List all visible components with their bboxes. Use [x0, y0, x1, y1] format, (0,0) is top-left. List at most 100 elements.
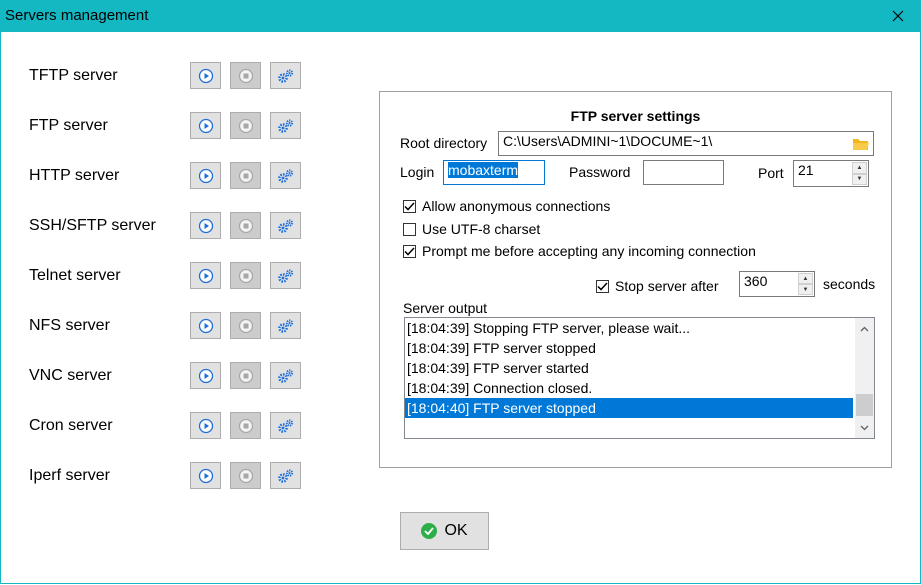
gear-icon [277, 418, 295, 434]
gear-icon [277, 218, 295, 234]
server-output-list[interactable]: [18:04:39] Stopping FTP server, please w… [404, 317, 875, 439]
server-row: FTP server [29, 112, 309, 140]
stop-server-button[interactable] [230, 262, 261, 289]
ok-label: OK [444, 522, 468, 539]
window-title: Servers management [5, 7, 149, 24]
start-server-button[interactable] [190, 212, 221, 239]
root-directory-field[interactable]: C:\Users\ADMINI~1\DOCUME~1\ [498, 131, 874, 156]
output-line[interactable]: [18:04:39] FTP server started [405, 358, 853, 378]
ok-button[interactable]: OK [400, 512, 489, 550]
server-label: Telnet server [29, 267, 121, 284]
title-bar: Servers management [0, 0, 921, 32]
output-line[interactable]: [18:04:39] FTP server stopped [405, 338, 853, 358]
server-label: SSH/SFTP server [29, 217, 156, 234]
password-label: Password [569, 164, 631, 180]
stop-icon [238, 68, 254, 84]
play-icon [198, 218, 214, 234]
start-server-button[interactable] [190, 262, 221, 289]
stop-server-button[interactable] [230, 312, 261, 339]
stop-after-checkbox[interactable]: Stop server after [596, 278, 719, 294]
server-row: Cron server [29, 412, 309, 440]
password-field[interactable] [643, 160, 724, 185]
server-settings-button[interactable] [270, 162, 301, 189]
port-spinner[interactable]: ▲ ▼ [852, 162, 867, 185]
server-settings-button[interactable] [270, 462, 301, 489]
server-row: Iperf server [29, 462, 309, 490]
port-field[interactable]: 21 ▲ ▼ [793, 160, 869, 187]
server-output-label: Server output [403, 300, 488, 316]
server-label: Iperf server [29, 467, 110, 484]
stop-icon [238, 418, 254, 434]
checkmark-icon [597, 281, 608, 291]
checkmark-icon [404, 246, 415, 256]
output-line[interactable]: [18:04:40] FTP server stopped [405, 398, 853, 418]
stop-server-button[interactable] [230, 112, 261, 139]
output-line[interactable]: [18:04:39] Stopping FTP server, please w… [405, 318, 853, 338]
server-settings-button[interactable] [270, 312, 301, 339]
stop-after-spinner[interactable]: ▲ ▼ [798, 273, 813, 295]
ftp-settings-panel: FTP server settings Root directory C:\Us… [379, 91, 892, 468]
play-icon [198, 318, 214, 334]
gear-icon [277, 118, 295, 134]
scroll-up-icon[interactable] [855, 320, 874, 337]
start-server-button[interactable] [190, 412, 221, 439]
checkbox-box[interactable] [596, 279, 609, 293]
scroll-thumb[interactable] [856, 394, 873, 416]
utf8-label: Use UTF-8 charset [422, 221, 541, 237]
server-settings-button[interactable] [270, 412, 301, 439]
checkbox-box[interactable] [403, 199, 416, 213]
gear-icon [277, 368, 295, 384]
start-server-button[interactable] [190, 162, 221, 189]
stop-icon [238, 218, 254, 234]
login-field[interactable]: mobaxterm [443, 160, 545, 185]
root-directory-label: Root directory [400, 135, 488, 151]
output-lines: [18:04:39] Stopping FTP server, please w… [405, 318, 874, 418]
output-scrollbar[interactable] [855, 318, 874, 438]
prompt-label: Prompt me before accepting any incoming … [422, 243, 756, 259]
stop-server-button[interactable] [230, 62, 261, 89]
close-button[interactable] [875, 0, 921, 32]
spin-up-icon[interactable]: ▲ [798, 273, 813, 284]
utf8-checkbox[interactable]: Use UTF-8 charset [403, 221, 540, 237]
server-settings-button[interactable] [270, 212, 301, 239]
anonymous-checkbox[interactable]: Allow anonymous connections [403, 198, 610, 214]
server-label: FTP server [29, 117, 108, 134]
checkbox-box[interactable] [403, 244, 416, 258]
start-server-button[interactable] [190, 362, 221, 389]
start-server-button[interactable] [190, 112, 221, 139]
server-settings-button[interactable] [270, 362, 301, 389]
spin-down-icon[interactable]: ▼ [852, 173, 867, 185]
play-icon [198, 168, 214, 184]
play-icon [198, 418, 214, 434]
start-server-button[interactable] [190, 312, 221, 339]
stop-server-button[interactable] [230, 412, 261, 439]
checkbox-box[interactable] [403, 222, 416, 236]
prompt-checkbox[interactable]: Prompt me before accepting any incoming … [403, 243, 756, 259]
server-settings-button[interactable] [270, 112, 301, 139]
start-server-button[interactable] [190, 62, 221, 89]
spin-down-icon[interactable]: ▼ [798, 284, 813, 295]
server-label: Cron server [29, 417, 113, 434]
play-icon [198, 118, 214, 134]
server-label: HTTP server [29, 167, 120, 184]
server-settings-button[interactable] [270, 262, 301, 289]
stop-server-button[interactable] [230, 162, 261, 189]
server-settings-button[interactable] [270, 62, 301, 89]
close-icon [892, 10, 904, 22]
server-row: NFS server [29, 312, 309, 340]
play-icon [198, 268, 214, 284]
play-icon [198, 368, 214, 384]
output-line[interactable]: [18:04:39] Connection closed. [405, 378, 853, 398]
stop-after-field[interactable]: 360 ▲ ▼ [739, 271, 815, 297]
folder-icon[interactable] [852, 136, 870, 151]
stop-server-button[interactable] [230, 212, 261, 239]
start-server-button[interactable] [190, 462, 221, 489]
scroll-down-icon[interactable] [855, 419, 874, 436]
anonymous-label: Allow anonymous connections [422, 198, 611, 214]
server-row: Telnet server [29, 262, 309, 290]
check-circle-icon [421, 523, 438, 539]
stop-server-button[interactable] [230, 462, 261, 489]
port-value: 21 [798, 162, 814, 178]
stop-server-button[interactable] [230, 362, 261, 389]
spin-up-icon[interactable]: ▲ [852, 162, 867, 174]
